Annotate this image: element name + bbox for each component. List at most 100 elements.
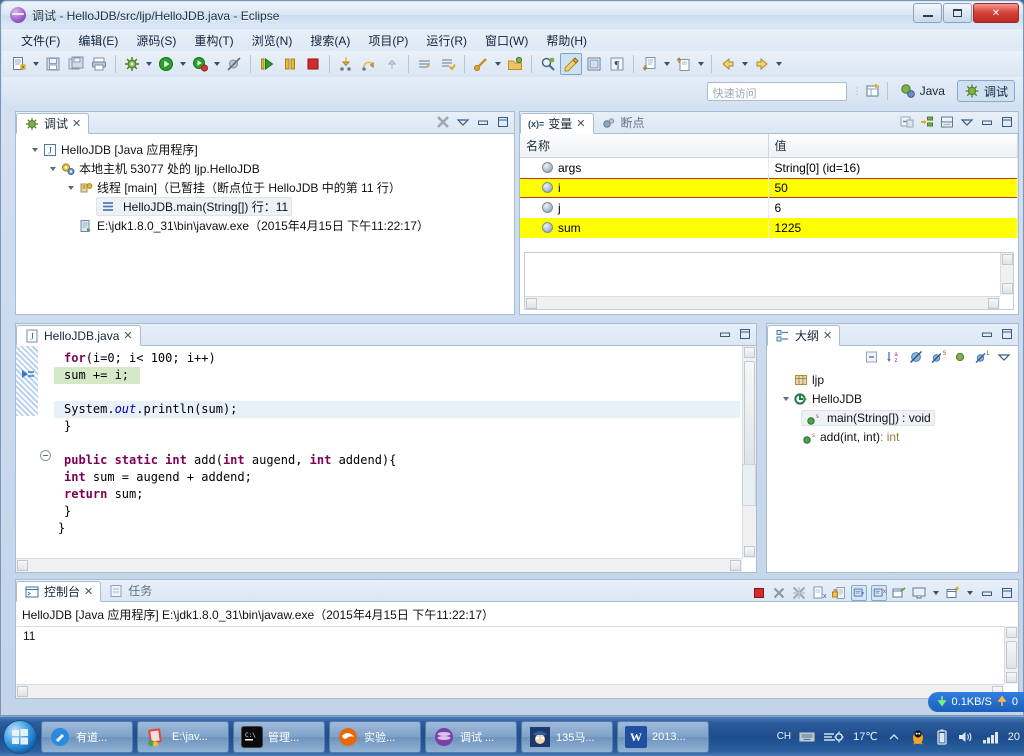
new-console-view-icon[interactable] [945, 585, 961, 601]
outline-method-main[interactable]: s main(String[]) : void [771, 408, 1014, 427]
taskbar-clock[interactable]: 20 [1008, 731, 1020, 743]
tab-hellojdb-close-icon[interactable]: ✕ [123, 329, 132, 342]
table-row[interactable]: i 50 [520, 177, 1018, 198]
pin-console-icon[interactable] [851, 585, 867, 601]
quick-access-input[interactable]: 快速访问 [706, 81, 847, 101]
tab-variables-close-icon[interactable]: ✕ [576, 117, 585, 130]
forward-dropdown-arrow[interactable] [774, 53, 784, 75]
chevron-up-icon[interactable] [886, 729, 902, 745]
menu-refactor[interactable]: 重构(T) [185, 30, 242, 51]
perspective-java[interactable]: Java [894, 80, 951, 102]
menu-project[interactable]: 项目(P) [359, 30, 417, 51]
step-return-button[interactable] [381, 53, 403, 75]
run-dropdown-arrow[interactable] [178, 53, 188, 75]
new-console-dropdown-arrow[interactable] [965, 582, 975, 604]
debug-process-node[interactable]: E:\jdk1.8.0_31\bin\javaw.exe（2015年4月15日 … [20, 216, 510, 235]
maximize-icon[interactable] [999, 326, 1015, 342]
display-selected-console-icon[interactable]: x [871, 585, 887, 601]
coverage-dropdown-arrow[interactable] [212, 53, 222, 75]
open-type-button[interactable] [504, 53, 526, 75]
fold-collapse-icon[interactable] [40, 450, 51, 461]
skip-breakpoints-button[interactable] [223, 53, 245, 75]
view-menu-icon[interactable] [996, 349, 1012, 365]
minimize-button[interactable] [913, 3, 942, 23]
back-dropdown-arrow[interactable] [740, 53, 750, 75]
external-tools-button[interactable] [470, 53, 492, 75]
new-class-button[interactable] [437, 53, 459, 75]
tab-breakpoints[interactable]: 断点 [594, 112, 652, 133]
windy-sun-icon[interactable] [823, 729, 845, 745]
volume-icon[interactable] [958, 729, 974, 745]
remove-all-terminated-icon[interactable] [791, 585, 807, 601]
column-header-value[interactable]: 值 [768, 134, 1018, 158]
debug-bug-button[interactable] [121, 53, 143, 75]
tab-console-close-icon[interactable]: ✕ [84, 585, 93, 598]
coverage-button[interactable] [189, 53, 211, 75]
maximize-icon[interactable] [999, 585, 1015, 601]
menu-window[interactable]: 窗口(W) [476, 30, 537, 51]
taskbar-item-cmd[interactable]: C:\ 管理... [233, 720, 325, 753]
display-console-dropdown-arrow[interactable] [931, 582, 941, 604]
sort-icon[interactable]: az [886, 349, 902, 365]
save-button[interactable] [42, 53, 64, 75]
ime-indicator-label[interactable]: CH [777, 731, 791, 742]
run-button[interactable] [155, 53, 177, 75]
hide-nonpublic-icon[interactable] [952, 349, 968, 365]
console-output-area[interactable]: 11 [17, 626, 1004, 684]
editor-vertical-scrollbar[interactable] [742, 346, 756, 558]
maximize-button[interactable] [943, 3, 972, 23]
hide-static-icon[interactable]: S [930, 349, 946, 365]
tab-console[interactable]: 控制台 ✕ [16, 581, 102, 602]
block-selection-button[interactable] [583, 53, 605, 75]
open-console-icon[interactable] [891, 585, 907, 601]
table-row[interactable]: j 6 [520, 197, 1018, 218]
hide-fields-icon[interactable] [908, 349, 924, 365]
hide-local-types-icon[interactable]: L [974, 349, 990, 365]
clear-console-icon[interactable]: x [811, 585, 827, 601]
next-annotation-button[interactable] [639, 53, 661, 75]
show-logical-structure-icon[interactable] [919, 114, 935, 130]
expand-arrow-icon[interactable] [28, 143, 42, 157]
table-row[interactable]: sum 1225 [520, 217, 1018, 238]
search-button[interactable] [537, 53, 559, 75]
console-vertical-scrollbar[interactable] [1004, 626, 1018, 684]
editor-horizontal-scrollbar[interactable] [16, 558, 742, 572]
taskbar-item-firefox[interactable]: 实验... [329, 720, 421, 753]
external-tools-dropdown-arrow[interactable] [493, 53, 503, 75]
terminate-stop-icon[interactable] [751, 585, 767, 601]
tab-outline[interactable]: 大纲 ✕ [767, 325, 841, 346]
console-scroll-thumb[interactable] [1006, 641, 1017, 669]
keyboard-icon[interactable] [799, 729, 816, 745]
debug-vm-node[interactable]: 本地主机 53077 处的 ljp.HelloJDB [20, 159, 510, 178]
detail-vertical-scrollbar[interactable] [1000, 253, 1013, 295]
outline-package-ljp[interactable]: ljp [771, 370, 1014, 389]
menu-navigate[interactable]: 浏览(N) [243, 30, 302, 51]
network-speed-widget[interactable]: 0.1KB/S 0 [927, 692, 1024, 712]
previous-annotation-dropdown-arrow[interactable] [696, 53, 706, 75]
battery-icon[interactable] [934, 729, 950, 745]
new-wizard-button[interactable] [8, 53, 30, 75]
mark-occurrences-button[interactable] [560, 53, 582, 75]
show-detail-pane-icon[interactable] [939, 114, 955, 130]
step-into-button[interactable] [335, 53, 357, 75]
taskbar-item-wps[interactable]: W 2013... [617, 720, 709, 753]
minimize-icon[interactable] [979, 585, 995, 601]
collapse-all-icon[interactable] [899, 114, 915, 130]
debug-stackframe-node[interactable]: HelloJDB.main(String[]) 行：11 [20, 197, 510, 216]
console-horizontal-scrollbar[interactable] [16, 684, 1004, 698]
variable-value-args[interactable]: String[0] (id=16) [768, 157, 1018, 178]
collapse-all-icon[interactable] [864, 349, 880, 365]
expand-arrow-icon[interactable] [779, 392, 793, 406]
variable-value-sum[interactable]: 1225 [768, 217, 1018, 238]
variable-value-i[interactable]: 50 [768, 177, 1018, 198]
menu-search[interactable]: 搜索(A) [301, 30, 359, 51]
suspend-button[interactable] [279, 53, 301, 75]
resume-button[interactable] [256, 53, 278, 75]
minimize-icon[interactable] [717, 326, 733, 342]
editor-scroll-thumb[interactable] [744, 361, 755, 471]
editor-overview-ruler[interactable] [742, 464, 756, 506]
editor-code[interactable]: for(i=0; i< 100; i++) sum += i; System.o… [54, 350, 740, 556]
terminate-button[interactable] [302, 53, 324, 75]
expand-arrow-icon[interactable] [64, 181, 78, 195]
menu-edit[interactable]: 编辑(E) [69, 30, 127, 51]
